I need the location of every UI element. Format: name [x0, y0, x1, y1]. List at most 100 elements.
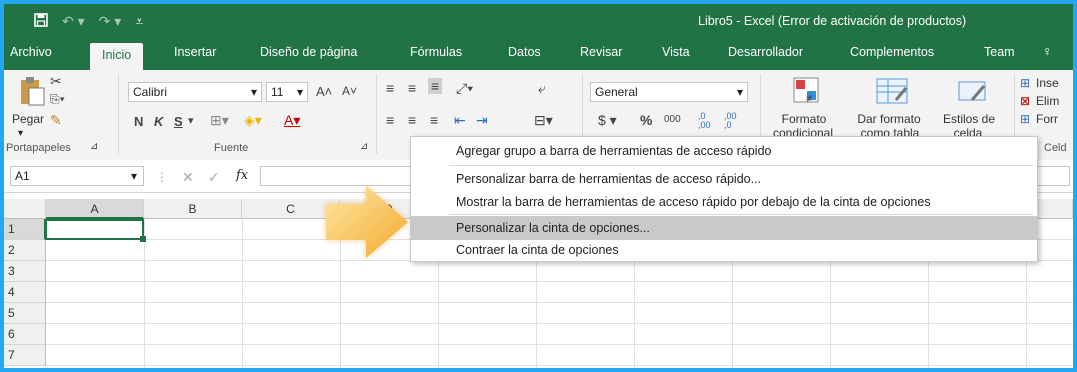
menu-item-add-group-qat[interactable]: Agregar grupo a barra de herramientas de… [411, 139, 1037, 163]
clipboard-launcher-icon[interactable]: ⊿ [90, 141, 98, 152]
conditional-format-icon[interactable]: ≠ [792, 76, 822, 106]
delete-cells-label[interactable]: Elim [1036, 94, 1059, 108]
font-color-icon[interactable]: A▾ [284, 112, 300, 129]
align-left-icon[interactable]: ≡ [386, 112, 394, 128]
menu-item-customize-qat[interactable]: Personalizar barra de herramientas de ac… [411, 167, 1037, 191]
bold-button[interactable]: N [134, 114, 143, 129]
undo-icon[interactable]: ↶ ▾ [62, 13, 85, 30]
orientation-icon[interactable]: ⤢▾ [456, 80, 473, 97]
row-header[interactable]: 2 [4, 240, 46, 261]
wrap-text-icon[interactable]: ⤶ [538, 80, 546, 97]
increase-decimal-button[interactable]: ,0 ,00 [698, 112, 720, 130]
font-name-box[interactable]: Calibri ▾ [128, 82, 262, 102]
tab-formulas[interactable]: Fórmulas [410, 45, 462, 59]
save-icon[interactable] [34, 13, 48, 27]
menu-item-collapse-ribbon[interactable]: Contraer la cinta de opciones [411, 238, 1037, 262]
function-icon[interactable]: fx [236, 168, 248, 183]
format-cells-label[interactable]: Forr [1036, 112, 1058, 126]
row-header[interactable]: 6 [4, 324, 46, 345]
align-middle-icon[interactable]: ≡ [408, 80, 416, 96]
tab-desarrollador[interactable]: Desarrollador [728, 45, 803, 59]
menu-item-customize-ribbon[interactable]: Personalizar la cinta de opciones... [411, 216, 1037, 240]
align-bottom-icon[interactable]: ≡ [428, 78, 443, 94]
increase-indent-icon[interactable]: ⇥ [476, 112, 488, 129]
row-header[interactable]: 7 [4, 345, 46, 366]
format-painter-icon[interactable]: ✎ [50, 112, 62, 129]
ribbon-tabs: Archivo Inicio Insertar Diseño de página… [4, 38, 1073, 70]
format-as-table-icon[interactable] [876, 78, 910, 106]
borders-icon[interactable]: ⊞▾ [210, 112, 229, 129]
fill-color-icon[interactable]: ◈▾ [244, 112, 262, 129]
thousands-button[interactable]: 000 [664, 114, 681, 125]
italic-button[interactable]: K [154, 114, 163, 129]
tab-complementos[interactable]: Complementos [850, 45, 934, 59]
cancel-icon[interactable]: ✕ [182, 169, 194, 186]
format-cells-icon[interactable]: ⊞ [1020, 112, 1030, 126]
tab-revisar[interactable]: Revisar [580, 45, 622, 59]
separator [376, 74, 377, 154]
decrease-indent-icon[interactable]: ⇤ [454, 112, 466, 129]
separator [118, 74, 119, 154]
row-header[interactable]: 5 [4, 303, 46, 324]
number-format-value: General [595, 85, 638, 99]
redo-icon[interactable]: ↷ ▾ [99, 13, 122, 30]
menu-separator [449, 165, 1033, 166]
column-header[interactable]: B [144, 199, 242, 219]
fill-handle[interactable] [140, 236, 146, 242]
gridline [46, 344, 1073, 345]
copy-icon[interactable]: ⎘▾ [50, 92, 65, 107]
cell-styles-label-1[interactable]: Estilos de [934, 112, 1004, 126]
delete-cells-icon[interactable]: ⊠ [1020, 94, 1030, 108]
tab-inicio[interactable]: Inicio [90, 43, 144, 70]
tab-team[interactable]: Team [984, 45, 1015, 59]
tab-archivo[interactable]: Archivo [10, 45, 52, 59]
tab-diseno-pagina[interactable]: Diseño de página [260, 45, 357, 59]
cells-group-label: Celd [1044, 142, 1067, 154]
underline-button[interactable]: S [174, 114, 183, 129]
row-header[interactable]: 4 [4, 282, 46, 303]
menu-item-show-qat-below[interactable]: Mostrar la barra de herramientas de acce… [411, 190, 1037, 214]
number-format-box[interactable]: General ▾ [590, 82, 748, 102]
excel-window: ↶ ▾ ↷ ▾ ⩡ Libro5 - Excel (Error de activ… [4, 4, 1073, 368]
conditional-format-label-1[interactable]: Formato [768, 112, 840, 126]
tab-datos[interactable]: Datos [508, 45, 541, 59]
font-group-label: Fuente [214, 142, 249, 154]
paste-icon[interactable] [18, 76, 46, 106]
menu-item-label: Contraer la cinta de opciones [456, 243, 619, 257]
font-launcher-icon[interactable]: ⊿ [360, 141, 368, 152]
paste-dropdown-icon[interactable]: ▾ [18, 128, 23, 139]
insert-cells-icon[interactable]: ⊞ [1020, 76, 1030, 90]
cell-styles-icon[interactable] [958, 78, 988, 106]
insert-cells-label[interactable]: Inse [1036, 76, 1059, 90]
row-header[interactable]: 1 [4, 219, 46, 240]
active-cell[interactable] [45, 219, 144, 240]
align-top-icon[interactable]: ≡ [386, 80, 394, 96]
paste-label[interactable]: Pegar [12, 112, 44, 126]
format-as-table-label-1[interactable]: Dar formato [844, 112, 934, 126]
shrink-font-icon[interactable]: A˅ [342, 84, 357, 98]
align-center-icon[interactable]: ≡ [408, 112, 416, 128]
percent-button[interactable]: % [640, 112, 652, 128]
tab-insertar[interactable]: Insertar [174, 45, 216, 59]
enter-icon[interactable]: ✓ [208, 169, 220, 186]
font-size-box[interactable]: 11 ▾ [266, 82, 308, 102]
chevron-down-icon[interactable]: ▾ [188, 114, 194, 127]
align-right-icon[interactable]: ≡ [430, 112, 438, 128]
grow-font-icon[interactable]: A˄ [316, 84, 332, 99]
row-header[interactable]: 3 [4, 261, 46, 282]
currency-icon[interactable]: $ ▾ [598, 112, 617, 129]
pointer-arrow-icon [326, 186, 408, 258]
customize-qat-icon[interactable]: ⩡ [135, 13, 143, 30]
svg-text:≠: ≠ [806, 93, 812, 105]
select-all-corner[interactable] [4, 199, 46, 219]
merge-center-icon[interactable]: ⊟▾ [534, 112, 553, 129]
column-header[interactable]: A [46, 199, 144, 219]
decrease-decimal-button[interactable]: ,00 ,0 [724, 112, 746, 130]
tab-vista[interactable]: Vista [662, 45, 690, 59]
quick-access-toolbar: ↶ ▾ ↷ ▾ ⩡ [34, 13, 143, 30]
cut-icon[interactable]: ✂ [50, 73, 62, 90]
name-box[interactable]: A1 ▾ [10, 166, 144, 186]
gridline [46, 323, 1073, 324]
lightbulb-icon[interactable]: ♀ [1042, 43, 1053, 59]
chevron-down-icon: ▾ [250, 85, 257, 99]
